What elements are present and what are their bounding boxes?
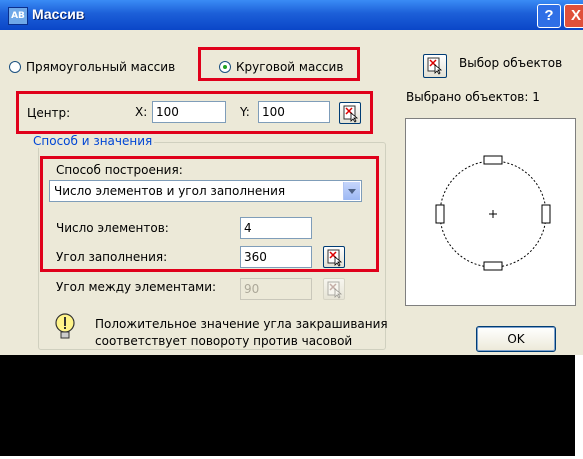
pick-angle-icon bbox=[327, 249, 343, 267]
redacted-area bbox=[0, 355, 583, 459]
radio-polar-dot[interactable] bbox=[219, 61, 231, 73]
count-label: Число элементов: bbox=[56, 221, 169, 235]
fill-angle-input[interactable]: 360 bbox=[240, 246, 312, 268]
help-button[interactable]: ? bbox=[537, 4, 561, 28]
between-angle-input: 90 bbox=[240, 278, 312, 300]
select-objects-label: Выбор объектов bbox=[459, 56, 563, 70]
close-button[interactable]: X bbox=[564, 4, 583, 28]
radio-polar-array[interactable]: Круговой массив bbox=[219, 60, 343, 74]
method-group-legend: Способ и значения bbox=[31, 134, 155, 148]
center-pick-button[interactable] bbox=[339, 102, 361, 124]
count-input[interactable]: 4 bbox=[240, 217, 312, 239]
fill-angle-label: Угол заполнения: bbox=[56, 250, 168, 264]
radio-rectangular-label: Прямоугольный массив bbox=[26, 60, 176, 74]
pick-between-icon bbox=[327, 281, 343, 299]
ok-button[interactable]: OK bbox=[476, 326, 556, 352]
fill-angle-pick-button[interactable] bbox=[323, 246, 345, 268]
window-title: Массив bbox=[32, 6, 85, 22]
pick-point-icon bbox=[343, 105, 359, 123]
title-bar[interactable]: AB Массив ? X bbox=[0, 0, 583, 30]
lightbulb-icon bbox=[55, 313, 75, 339]
array-dialog: AB Массив ? X Прямоугольный массив Круго… bbox=[0, 0, 583, 356]
hint-line-2: соответствует повороту против часовой bbox=[95, 334, 353, 348]
selected-count: Выбрано объектов: 1 bbox=[406, 90, 540, 104]
array-preview bbox=[405, 118, 576, 306]
select-objects-button[interactable] bbox=[423, 54, 447, 78]
right-margin bbox=[575, 355, 583, 459]
select-objects-icon bbox=[427, 57, 443, 75]
center-x-input[interactable]: 100 bbox=[152, 101, 226, 123]
center-y-input[interactable]: 100 bbox=[258, 101, 330, 123]
hint-line-1: Положительное значение угла закрашивания bbox=[95, 317, 388, 331]
radio-polar-label: Круговой массив bbox=[236, 60, 344, 74]
center-label: Центр: bbox=[27, 106, 71, 120]
app-icon: AB bbox=[8, 7, 28, 25]
center-x-label: X: bbox=[135, 105, 148, 119]
chevron-down-icon[interactable] bbox=[343, 182, 360, 200]
center-y-label: Y: bbox=[240, 105, 250, 119]
method-select[interactable]: Число элементов и угол заполнения bbox=[49, 180, 362, 202]
method-select-value: Число элементов и угол заполнения bbox=[54, 184, 286, 198]
method-label: Способ построения: bbox=[56, 163, 183, 177]
between-angle-pick-button bbox=[323, 278, 345, 300]
polar-array-preview-drawing bbox=[435, 155, 551, 271]
between-angle-label: Угол между элементами: bbox=[56, 280, 217, 294]
radio-rectangular-dot[interactable] bbox=[9, 61, 21, 73]
radio-rectangular-array[interactable]: Прямоугольный массив bbox=[9, 60, 175, 74]
